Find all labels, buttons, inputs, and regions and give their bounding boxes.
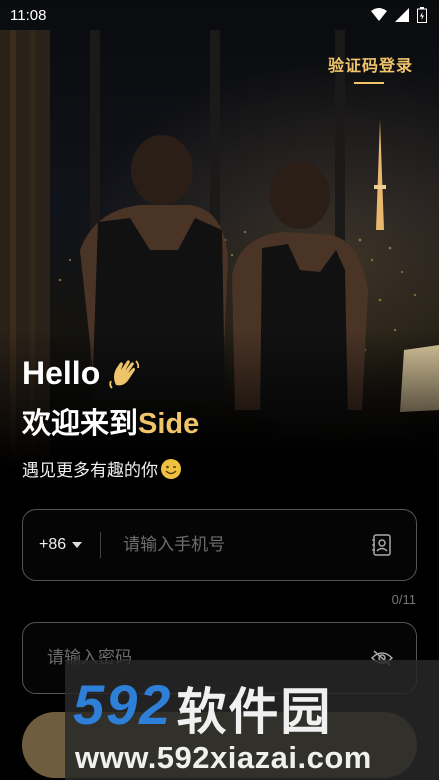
status-icons [371, 7, 427, 23]
subtitle: 遇见更多有趣的你 [22, 456, 182, 481]
contact-book-icon [372, 534, 391, 556]
watermark: 592 软件园 www.592xiazai.com [65, 660, 439, 780]
welcome-prefix: 欢迎来到 [22, 406, 139, 440]
phone-field: +86 [22, 509, 417, 581]
waving-hand-icon [109, 359, 140, 389]
status-time: 11:08 [10, 6, 47, 24]
subtitle-text: 遇见更多有趣的你 [22, 461, 158, 481]
watermark-number: 592 [73, 673, 173, 736]
code-login-link[interactable]: 验证码登录 [328, 52, 413, 76]
phone-char-counter: 0/11 [391, 592, 416, 607]
signal-icon [395, 8, 409, 22]
code-login-underline [354, 82, 384, 84]
phone-input[interactable] [101, 510, 362, 580]
contact-book-button[interactable] [362, 534, 402, 556]
country-code-value: +86 [39, 536, 67, 553]
brand-name: Side [138, 408, 200, 440]
wifi-icon [371, 8, 387, 21]
battery-icon [417, 7, 427, 23]
country-code-selector[interactable]: +86 [23, 532, 102, 558]
hello-text: Hello [22, 355, 101, 391]
welcome-heading: 欢迎来到Side [22, 400, 199, 442]
watermark-logo: 592 软件园 [73, 672, 332, 744]
dropdown-arrow-icon [72, 542, 83, 548]
watermark-url: www.592xiazai.com [75, 740, 372, 775]
watermark-name: 软件园 [176, 683, 333, 741]
status-bar: 11:08 [0, 0, 439, 30]
hello-heading: Hello [22, 355, 142, 392]
wink-emoji-icon [161, 458, 181, 479]
